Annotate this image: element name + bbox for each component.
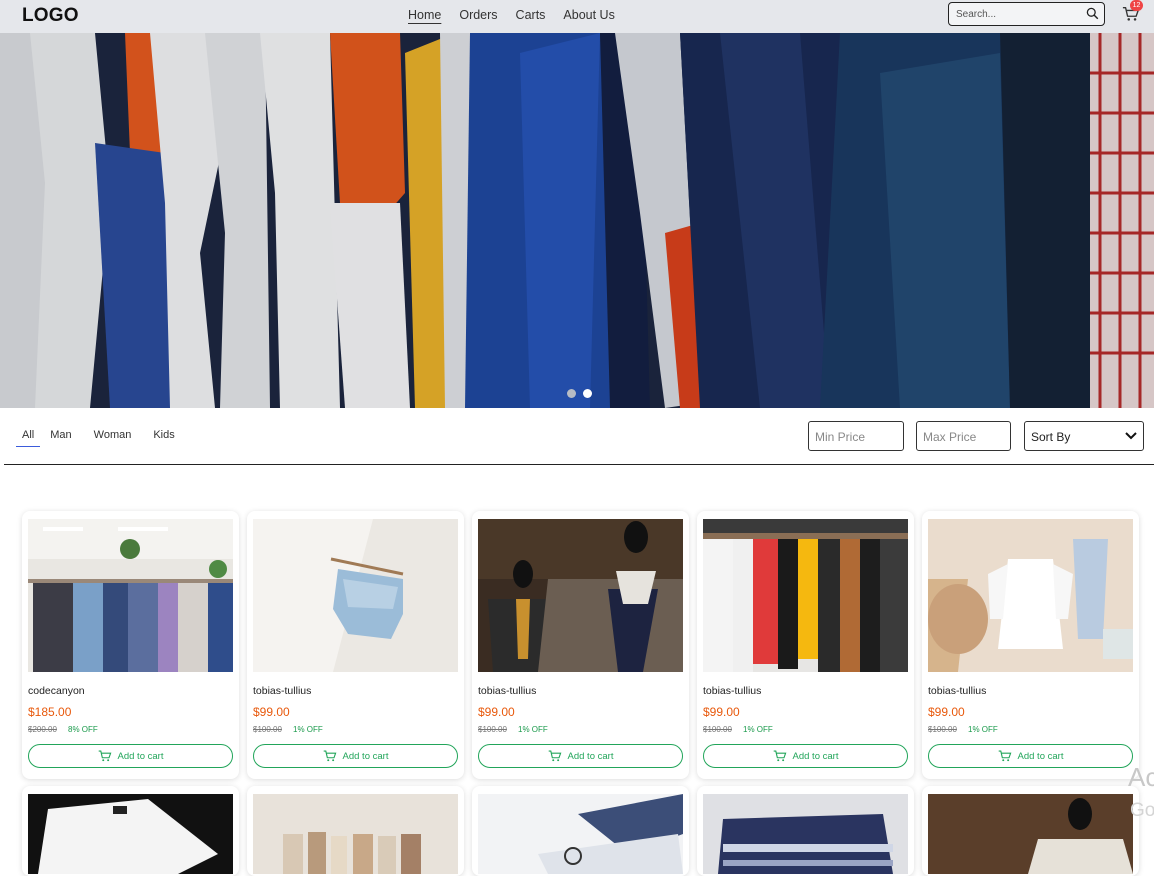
product-old-price: $100.00 bbox=[253, 725, 282, 734]
tab-woman[interactable]: Woman bbox=[94, 428, 132, 447]
product-image[interactable] bbox=[28, 794, 233, 874]
add-to-cart-button[interactable]: Add to cart bbox=[478, 744, 683, 768]
chevron-down-icon bbox=[1125, 432, 1137, 440]
product-card[interactable] bbox=[22, 786, 239, 876]
cart-icon bbox=[998, 750, 1011, 762]
main-nav: Home Orders Carts About Us bbox=[408, 8, 615, 22]
sort-by-label: Sort By bbox=[1031, 430, 1071, 444]
tab-man[interactable]: Man bbox=[50, 428, 71, 447]
product-image[interactable] bbox=[703, 794, 908, 874]
nav-carts[interactable]: Carts bbox=[516, 8, 546, 22]
product-image[interactable] bbox=[253, 794, 458, 874]
product-price: $99.00 bbox=[478, 705, 515, 719]
search-input[interactable] bbox=[956, 4, 1086, 24]
nav-about-us[interactable]: About Us bbox=[563, 8, 614, 22]
top-navbar: LOGO Home Orders Carts About Us 12 bbox=[0, 0, 1154, 33]
product-image[interactable] bbox=[478, 794, 683, 874]
product-old-price: $100.00 bbox=[928, 725, 957, 734]
add-to-cart-label: Add to cart bbox=[567, 750, 614, 762]
product-image[interactable] bbox=[703, 519, 908, 672]
sort-by-select[interactable]: Sort By bbox=[1024, 421, 1144, 451]
carousel-dots bbox=[567, 389, 592, 398]
carousel-dot-1[interactable] bbox=[567, 389, 576, 398]
product-card[interactable]: codecanyon $185.00 $200.00 8% OFF Add to… bbox=[22, 511, 239, 779]
cart-icon bbox=[548, 750, 561, 762]
category-tabs: All Man Woman Kids bbox=[16, 428, 197, 447]
product-name: codecanyon bbox=[28, 685, 85, 697]
logo[interactable]: LOGO bbox=[22, 5, 79, 27]
product-card[interactable]: tobias-tullius $99.00 $100.00 1% OFF Add… bbox=[472, 511, 689, 779]
add-to-cart-button[interactable]: Add to cart bbox=[928, 744, 1133, 768]
product-card[interactable]: tobias-tullius $99.00 $100.00 1% OFF Add… bbox=[922, 511, 1139, 779]
search-box bbox=[948, 2, 1105, 26]
product-image[interactable] bbox=[928, 519, 1133, 672]
filter-divider bbox=[4, 464, 1154, 465]
cart-icon bbox=[323, 750, 336, 762]
product-price: $185.00 bbox=[28, 705, 72, 719]
product-name: tobias-tullius bbox=[253, 685, 312, 697]
os-activation-watermark-sub: Go bbox=[1130, 800, 1154, 821]
product-discount: 1% OFF bbox=[293, 725, 323, 734]
add-to-cart-button[interactable]: Add to cart bbox=[253, 744, 458, 768]
product-name: tobias-tullius bbox=[703, 685, 762, 697]
product-image[interactable] bbox=[28, 519, 233, 672]
os-activation-watermark: Ac bbox=[1128, 762, 1154, 792]
product-price: $99.00 bbox=[253, 705, 290, 719]
cart-icon bbox=[98, 750, 111, 762]
cart-icon bbox=[773, 750, 786, 762]
tab-all[interactable]: All bbox=[16, 428, 41, 447]
product-image[interactable] bbox=[928, 794, 1133, 874]
add-to-cart-label: Add to cart bbox=[792, 750, 839, 762]
product-name: tobias-tullius bbox=[928, 685, 987, 697]
product-old-price: $100.00 bbox=[703, 725, 732, 734]
product-card[interactable] bbox=[472, 786, 689, 876]
search-icon[interactable] bbox=[1086, 7, 1099, 20]
hero-banner-image bbox=[0, 33, 1154, 408]
product-card[interactable]: tobias-tullius $99.00 $100.00 1% OFF Add… bbox=[247, 511, 464, 779]
product-discount: 8% OFF bbox=[68, 725, 98, 734]
product-card[interactable] bbox=[697, 786, 914, 876]
max-price-input[interactable]: Max Price bbox=[916, 421, 1011, 451]
product-image[interactable] bbox=[478, 519, 683, 672]
product-name: tobias-tullius bbox=[478, 685, 537, 697]
product-card[interactable] bbox=[922, 786, 1139, 876]
product-discount: 1% OFF bbox=[518, 725, 548, 734]
add-to-cart-button[interactable]: Add to cart bbox=[28, 744, 233, 768]
product-discount: 1% OFF bbox=[968, 725, 998, 734]
product-image[interactable] bbox=[253, 519, 458, 672]
add-to-cart-label: Add to cart bbox=[1017, 750, 1064, 762]
add-to-cart-label: Add to cart bbox=[117, 750, 164, 762]
product-card[interactable] bbox=[247, 786, 464, 876]
cart-count-badge: 12 bbox=[1130, 0, 1143, 11]
product-discount: 1% OFF bbox=[743, 725, 773, 734]
nav-home[interactable]: Home bbox=[408, 8, 441, 22]
product-price: $99.00 bbox=[703, 705, 740, 719]
product-card[interactable]: tobias-tullius $99.00 $100.00 1% OFF Add… bbox=[697, 511, 914, 779]
product-old-price: $100.00 bbox=[478, 725, 507, 734]
carousel-dot-2[interactable] bbox=[583, 389, 592, 398]
min-price-input[interactable]: Min Price bbox=[808, 421, 904, 451]
nav-orders[interactable]: Orders bbox=[459, 8, 497, 22]
product-price: $99.00 bbox=[928, 705, 965, 719]
tab-kids[interactable]: Kids bbox=[153, 428, 174, 447]
add-to-cart-label: Add to cart bbox=[342, 750, 389, 762]
product-old-price: $200.00 bbox=[28, 725, 57, 734]
add-to-cart-button[interactable]: Add to cart bbox=[703, 744, 908, 768]
